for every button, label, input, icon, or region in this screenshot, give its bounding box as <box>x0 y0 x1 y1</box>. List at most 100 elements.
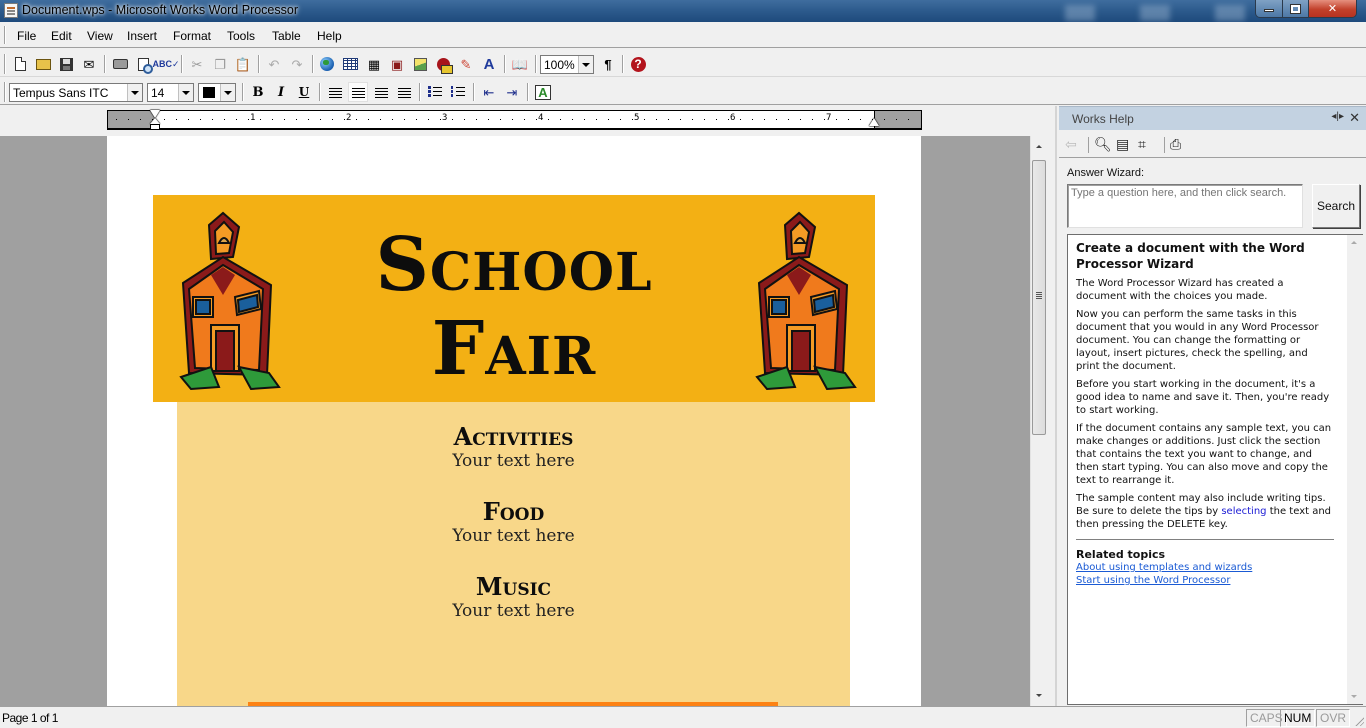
ruler-dot <box>356 119 357 120</box>
section-activities[interactable]: Activities Your text here <box>177 424 850 472</box>
chevron-down-icon[interactable] <box>220 84 235 101</box>
document-vertical-scrollbar[interactable] <box>1030 136 1047 706</box>
bold-button[interactable]: B <box>248 82 268 102</box>
left-indent-marker[interactable] <box>150 124 160 130</box>
ruler-dot <box>320 119 321 120</box>
align-center-button[interactable] <box>348 82 368 102</box>
toolbar-grip[interactable] <box>4 82 6 102</box>
insert-hyperlink-button[interactable] <box>317 54 337 74</box>
book-view-button[interactable]: 📖 <box>510 54 530 74</box>
horizontal-ruler[interactable]: 1 2 3 4 5 6 7 <box>107 110 922 130</box>
open-button[interactable] <box>33 54 53 74</box>
redo-button[interactable]: ↷ <box>287 54 307 74</box>
insert-spreadsheet-button[interactable]: ▦ <box>364 54 384 74</box>
font-color-select[interactable] <box>198 83 236 102</box>
contents-icon[interactable]: ▤ <box>1116 136 1129 153</box>
drawing-icon <box>436 57 453 74</box>
right-indent-marker[interactable] <box>869 118 879 126</box>
first-line-indent-marker[interactable] <box>150 110 160 118</box>
print-button[interactable] <box>110 54 130 74</box>
print-preview-button[interactable] <box>133 54 153 74</box>
insert-drawing-button[interactable] <box>433 54 453 74</box>
menubar-grip[interactable] <box>4 26 6 44</box>
ruler-dot <box>236 119 237 120</box>
font-size-select[interactable]: 14 <box>147 83 194 102</box>
menu-help[interactable]: Help <box>317 29 342 43</box>
borders-shading-button[interactable]: A <box>533 82 553 102</box>
search-button[interactable]: Search <box>1312 184 1360 228</box>
chevron-down-icon[interactable] <box>178 84 193 101</box>
toolbar-grip[interactable] <box>4 54 6 74</box>
save-icon <box>59 57 73 71</box>
align-left-button[interactable] <box>325 82 345 102</box>
related-link-word-processor[interactable]: Start using the Word Processor <box>1076 574 1334 587</box>
underline-button[interactable]: U <box>294 82 314 102</box>
cut-button[interactable]: ✂ <box>187 54 207 74</box>
close-button[interactable]: ✕ <box>1309 0 1356 17</box>
menu-view[interactable]: View <box>87 29 113 43</box>
answer-wizard-input[interactable] <box>1067 184 1303 228</box>
resize-pane-icon[interactable]: ◂|▸ <box>1331 111 1344 122</box>
copy-button[interactable]: ❐ <box>210 54 230 74</box>
ruler-dot <box>596 119 597 120</box>
scroll-thumb[interactable] <box>1032 160 1046 435</box>
zoom-select[interactable]: 100% <box>540 55 594 74</box>
section-food[interactable]: Food Your text here <box>177 499 850 547</box>
increase-indent-button[interactable]: ⇥ <box>502 82 522 102</box>
align-right-button[interactable] <box>371 82 391 102</box>
menu-format[interactable]: Format <box>173 29 211 43</box>
resize-grip[interactable] <box>1354 716 1364 726</box>
find-binoculars-icon[interactable]: ⌗ <box>1138 136 1146 153</box>
ruler-dot <box>272 119 273 120</box>
close-help-icon[interactable]: ✕ <box>1349 110 1360 126</box>
section-music[interactable]: Music Your text here <box>177 574 850 622</box>
selecting-link[interactable]: selecting <box>1221 506 1266 517</box>
ruler-dot <box>476 119 477 120</box>
ruler-dot <box>608 119 609 120</box>
paste-button[interactable]: 📋 <box>233 54 253 74</box>
decrease-indent-button[interactable]: ⇤ <box>479 82 499 102</box>
titlebar-glow <box>1065 5 1095 21</box>
menu-tools[interactable]: Tools <box>227 29 255 43</box>
send-email-button[interactable]: ✉ <box>79 54 99 74</box>
scroll-down-button[interactable] <box>1031 687 1047 704</box>
font-name-select[interactable]: Tempus Sans ITC <box>9 83 143 102</box>
undo-button[interactable]: ↶ <box>264 54 284 74</box>
menu-edit[interactable]: Edit <box>51 29 72 43</box>
paint-button[interactable]: ✎ <box>456 54 476 74</box>
ruler-number: 7 <box>826 113 832 123</box>
ruler-dot <box>164 119 165 120</box>
show-all-button[interactable]: ¶ <box>598 54 618 74</box>
ruler-dot <box>344 119 345 120</box>
scroll-down-icon[interactable] <box>1351 695 1357 698</box>
bullets-button[interactable] <box>425 82 445 102</box>
new-button[interactable] <box>10 54 30 74</box>
search-icon[interactable]: 🔍︎ <box>1094 136 1112 153</box>
align-right-icon <box>374 86 388 98</box>
related-link-templates[interactable]: About using templates and wizards <box>1076 561 1334 574</box>
menu-insert[interactable]: Insert <box>127 29 157 43</box>
back-arrow-icon[interactable]: ⇦ <box>1065 136 1077 153</box>
insert-clipart-button[interactable]: ▣ <box>387 54 407 74</box>
insert-picture-button[interactable] <box>410 54 430 74</box>
print-icon[interactable]: ⎙ <box>1170 136 1181 153</box>
justify-button[interactable] <box>394 82 414 102</box>
chevron-down-icon[interactable] <box>578 56 593 73</box>
document-page[interactable]: School Fair Activities Your text here Fo… <box>107 136 921 706</box>
insert-table-button[interactable] <box>340 54 360 74</box>
spelling-button[interactable]: ABC✓ <box>152 54 179 74</box>
menu-file[interactable]: File <box>17 29 36 43</box>
help-button[interactable]: ? <box>628 54 648 74</box>
wordart-button[interactable]: A <box>479 54 499 74</box>
scroll-up-icon[interactable] <box>1351 241 1357 244</box>
restore-button[interactable] <box>1283 0 1309 17</box>
help-scrollbar[interactable] <box>1347 235 1363 704</box>
numbering-button[interactable] <box>448 82 468 102</box>
chevron-down-icon[interactable] <box>127 84 142 101</box>
minimize-button[interactable] <box>1256 0 1283 17</box>
save-button[interactable] <box>56 54 76 74</box>
scroll-up-button[interactable] <box>1031 138 1047 155</box>
menu-table[interactable]: Table <box>272 29 301 43</box>
italic-button[interactable]: I <box>271 82 291 102</box>
ruler-dot <box>224 119 225 120</box>
